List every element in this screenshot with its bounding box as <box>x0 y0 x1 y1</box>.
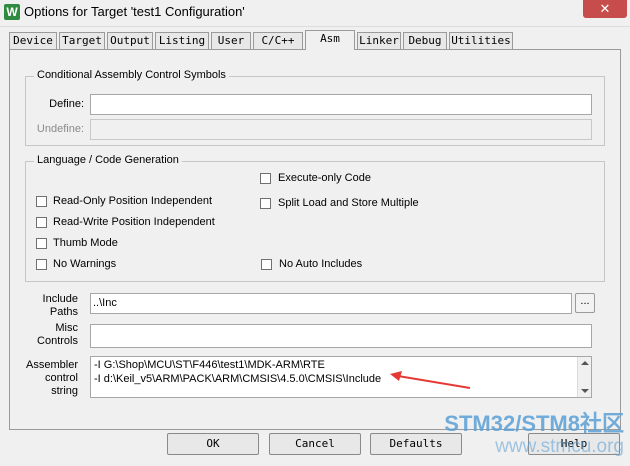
ropi-checkbox[interactable] <box>36 196 47 207</box>
defaults-button[interactable]: Defaults <box>370 433 462 455</box>
conditional-assembly-title: Conditional Assembly Control Symbols <box>34 69 229 81</box>
language-codegen-title: Language / Code Generation <box>34 154 182 166</box>
assembler-control-scrollbar[interactable] <box>577 357 591 397</box>
include-paths-label-line2: Paths <box>49 306 78 318</box>
ok-button[interactable]: OK <box>167 433 259 455</box>
close-icon[interactable]: ✕ <box>583 0 627 18</box>
tab-listing[interactable]: Listing <box>155 32 209 49</box>
scroll-up-arrow-icon[interactable] <box>581 361 589 365</box>
window-title: Options for Target 'test1 Configuration' <box>24 4 245 19</box>
misc-controls-label-line2: Controls <box>37 335 78 347</box>
ropi-label: Read-Only Position Independent <box>53 195 212 207</box>
define-field[interactable] <box>90 94 592 115</box>
undefine-field <box>90 119 592 140</box>
undefine-label: Undefine: <box>36 123 84 135</box>
thumb-mode-checkbox[interactable] <box>36 238 47 249</box>
define-label: Define: <box>49 98 84 110</box>
split-load-store-checkbox[interactable] <box>260 198 271 209</box>
thumb-mode-label: Thumb Mode <box>53 237 118 249</box>
no-warnings-checkbox[interactable] <box>36 259 47 270</box>
help-button[interactable]: Help <box>528 433 620 455</box>
red-arrow-icon <box>390 371 471 389</box>
include-paths-field[interactable]: ..\Inc <box>90 293 572 314</box>
include-paths-browse-button[interactable]: ... <box>575 293 595 313</box>
misc-controls-label-line1: Misc <box>55 322 78 334</box>
assembler-control-label-line1: Assembler <box>26 359 78 371</box>
options-dialog: W Options for Target 'test1 Configuratio… <box>0 0 630 466</box>
tab-asm[interactable]: Asm <box>305 30 355 50</box>
tab-debug[interactable]: Debug <box>403 32 447 49</box>
rwpi-label: Read-Write Position Independent <box>53 216 215 228</box>
tab-linker[interactable]: Linker <box>357 32 401 49</box>
no-auto-includes-label: No Auto Includes <box>279 258 363 270</box>
misc-controls-field[interactable] <box>90 324 592 348</box>
tab-device[interactable]: Device <box>9 32 57 49</box>
keil-app-icon: W <box>4 4 20 20</box>
assembler-control-label: Assembler control string <box>20 359 78 398</box>
execute-only-checkbox[interactable] <box>260 173 271 184</box>
include-paths-label: Include Paths <box>20 293 78 319</box>
include-paths-label-line1: Include <box>42 293 78 305</box>
assembler-control-label-line3: string <box>51 385 78 397</box>
tab-target[interactable]: Target <box>59 32 105 49</box>
split-load-store-label: Split Load and Store Multiple <box>278 197 419 209</box>
assembler-control-line: -I G:\Shop\MCU\ST\F446\test1\MDK-ARM\RTE <box>94 359 325 371</box>
rwpi-checkbox[interactable] <box>36 217 47 228</box>
execute-only-label: Execute-only Code <box>278 172 371 184</box>
cancel-button[interactable]: Cancel <box>269 433 361 455</box>
assembler-control-label-line2: control <box>44 372 78 384</box>
no-auto-includes-checkbox[interactable] <box>261 259 272 270</box>
scroll-down-arrow-icon[interactable] <box>581 389 589 393</box>
assembler-control-string-field[interactable]: -I G:\Shop\MCU\ST\F446\test1\MDK-ARM\RTE… <box>90 356 592 398</box>
misc-controls-label: Misc Controls <box>20 322 78 348</box>
tab-output[interactable]: Output <box>107 32 153 49</box>
tab-c-cpp[interactable]: C/C++ <box>253 32 303 49</box>
no-warnings-label: No Warnings <box>53 258 117 270</box>
tab-utilities[interactable]: Utilities <box>449 32 513 49</box>
title-bar: W Options for Target 'test1 Configuratio… <box>0 0 630 27</box>
assembler-control-line: -I d:\Keil_v5\ARM\PACK\ARM\CMSIS\4.5.0\C… <box>94 373 382 385</box>
tab-user[interactable]: User <box>211 32 251 49</box>
